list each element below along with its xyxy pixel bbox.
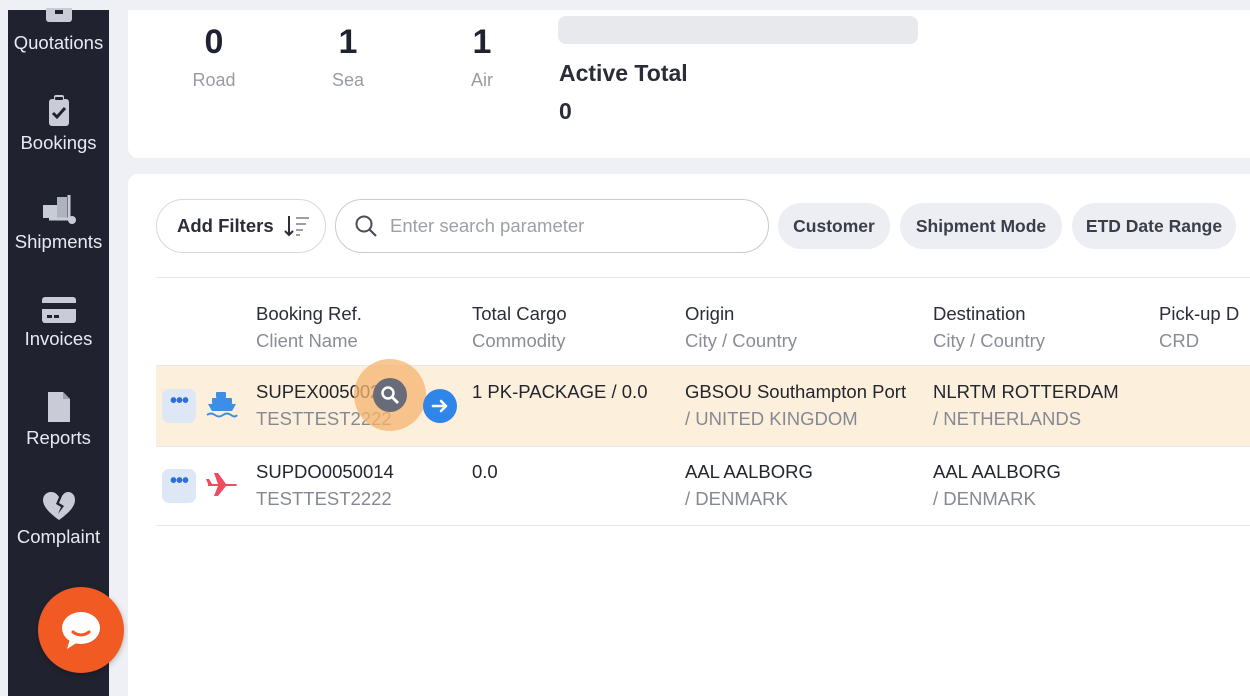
- origin-cell: AAL AALBORG / DENMARK: [685, 458, 813, 512]
- stat-sea-value: 1: [338, 23, 358, 61]
- sidebar-item-label: Quotations: [13, 32, 104, 53]
- bookings-table-card: Add Filters Customer Shipment Mode ETD D…: [128, 174, 1250, 696]
- sidebar-item-quotations[interactable]: Quotations: [8, 8, 109, 54]
- divider: [156, 525, 1250, 526]
- clipboard-check-icon: [48, 95, 69, 126]
- cargo-cell: 1 PK-PACKAGE / 0.0: [472, 378, 647, 405]
- booking-ref-cell: SUPDO0050014 TESTTEST2222: [256, 458, 394, 512]
- origin-city: GBSOU Southampton Port: [685, 381, 907, 402]
- chat-icon: [62, 612, 100, 649]
- column-header-total-cargo[interactable]: Total Cargo Commodity: [472, 300, 567, 354]
- stat-air-label: Air: [471, 70, 493, 90]
- filter-chip-shipment-mode[interactable]: Shipment Mode: [900, 203, 1062, 249]
- active-total-value: 0: [559, 98, 572, 124]
- stat-road[interactable]: 0 Road: [174, 24, 254, 91]
- sidebar-item-label: Shipments: [14, 231, 103, 252]
- sidebar-item-label: Complaint: [16, 526, 101, 547]
- origin-country: / UNITED KINGDOM: [685, 408, 858, 429]
- column-header-booking-ref[interactable]: Booking Ref. Client Name: [256, 300, 362, 354]
- table-row[interactable]: ••• SUPDO0050014 TESTTEST2222 0.0 AAL AA…: [156, 447, 1250, 525]
- total-cargo: 0.0: [472, 461, 498, 482]
- row-actions-button[interactable]: •••: [162, 469, 196, 503]
- magnifier-icon: [381, 386, 399, 404]
- destination-cell: NLRTM ROTTERDAM / NETHERLANDS: [933, 378, 1119, 432]
- active-total-label: Active Total: [559, 60, 688, 86]
- column-header-pickup-date[interactable]: Pick-up D CRD: [1159, 300, 1250, 354]
- magnifier-badge: [373, 378, 407, 412]
- sidebar-item-bookings[interactable]: Bookings: [8, 94, 109, 154]
- origin-cell: GBSOU Southampton Port / UNITED KINGDOM: [685, 378, 906, 432]
- boxes-dolly-icon: [42, 195, 76, 224]
- sidebar-item-label: Reports: [26, 427, 91, 448]
- add-filters-label: Add Filters: [177, 215, 274, 236]
- sidebar-item-complaint[interactable]: Complaint: [8, 492, 109, 548]
- destination-city: NLRTM ROTTERDAM: [933, 381, 1119, 402]
- sidebar-item-shipments[interactable]: Shipments: [8, 193, 109, 253]
- filter-chip-customer[interactable]: Customer: [778, 203, 890, 249]
- filter-chip-etd-date-range[interactable]: ETD Date Range: [1072, 203, 1236, 249]
- sidebar-item-label: Bookings: [20, 132, 97, 153]
- airplane-icon: [206, 473, 237, 496]
- divider: [156, 277, 1250, 278]
- booking-ref[interactable]: SUPDO0050014: [256, 458, 394, 485]
- search-icon: [355, 215, 377, 237]
- stat-air-value: 1: [472, 23, 492, 61]
- stat-air[interactable]: 1 Air: [442, 24, 522, 91]
- column-header-secondary: Client Name: [256, 330, 358, 351]
- sort-filter-icon: [283, 216, 309, 237]
- ship-icon: [206, 392, 238, 418]
- origin-city: AAL AALBORG: [685, 461, 813, 482]
- table-row[interactable]: ••• SUPEX0050021 TESTTEST2222 1 PK-PACKA…: [156, 366, 1250, 446]
- quick-view-button[interactable]: [354, 359, 426, 431]
- arrow-right-icon: [431, 399, 448, 413]
- destination-cell: AAL AALBORG / DENMARK: [933, 458, 1061, 512]
- stat-sea-label: Sea: [331, 70, 365, 90]
- app-window: Quotations Bookings Shipments Invoices R…: [0, 0, 1250, 696]
- sidebar-item-label: Invoices: [24, 328, 93, 349]
- row-actions-button[interactable]: •••: [162, 389, 196, 423]
- column-header-secondary: CRD: [1159, 330, 1200, 351]
- column-header-primary: Total Cargo: [472, 303, 567, 324]
- search-input[interactable]: [390, 215, 730, 237]
- shipment-stats-card: 0 Road 1 Sea 1 Air Active Total 0: [128, 10, 1250, 158]
- destination-country: / DENMARK: [933, 488, 1036, 509]
- column-header-primary: Pick-up D: [1159, 303, 1240, 324]
- destination-city: AAL AALBORG: [933, 461, 1061, 482]
- broken-heart-icon: [42, 492, 75, 520]
- stat-sea[interactable]: 1 Sea: [308, 24, 388, 91]
- column-header-secondary: Commodity: [472, 330, 566, 351]
- column-header-primary: Booking Ref.: [256, 303, 362, 324]
- column-header-secondary: City / Country: [685, 330, 798, 351]
- search-field[interactable]: [335, 199, 769, 253]
- stat-road-label: Road: [192, 70, 236, 90]
- destination-country: / NETHERLANDS: [933, 408, 1082, 429]
- loading-skeleton: [558, 16, 918, 44]
- stat-road-value: 0: [204, 23, 224, 61]
- column-header-primary: Destination: [933, 303, 1026, 324]
- total-cargo: 1 PK-PACKAGE / 0.0: [472, 381, 648, 402]
- open-booking-button[interactable]: [423, 389, 457, 423]
- column-header-secondary: City / Country: [933, 330, 1046, 351]
- column-header-destination[interactable]: Destination City / Country: [933, 300, 1045, 354]
- add-filters-button[interactable]: Add Filters: [156, 199, 326, 253]
- document-icon: [47, 392, 70, 422]
- sidebar-item-invoices[interactable]: Invoices: [8, 296, 109, 350]
- briefcase-icon: [45, 8, 72, 22]
- column-header-origin[interactable]: Origin City / Country: [685, 300, 797, 354]
- sidebar-item-reports[interactable]: Reports: [8, 391, 109, 449]
- credit-card-icon: [41, 297, 76, 323]
- cargo-cell: 0.0: [472, 458, 498, 485]
- client-name: TESTTEST2222: [256, 488, 392, 509]
- column-header-primary: Origin: [685, 303, 735, 324]
- chat-widget-button[interactable]: [38, 587, 124, 673]
- origin-country: / DENMARK: [685, 488, 788, 509]
